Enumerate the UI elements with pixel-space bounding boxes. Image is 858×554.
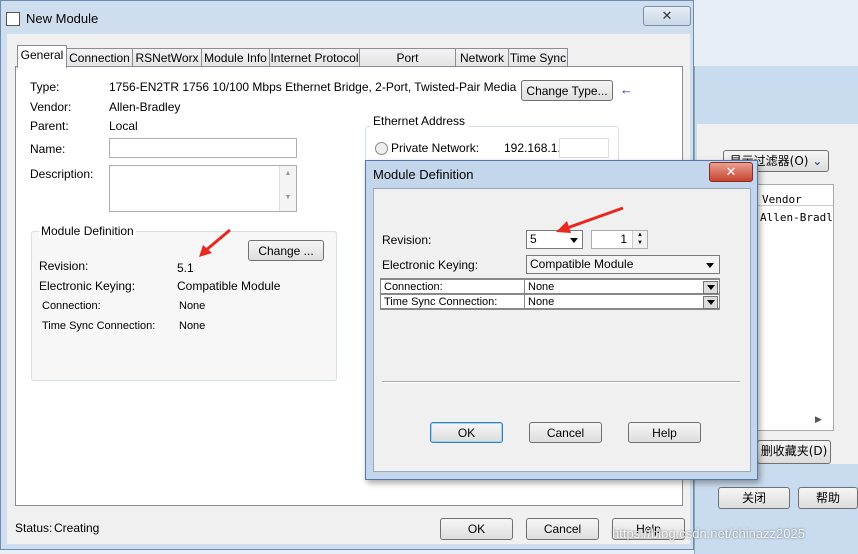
revision-major-value: 5 (530, 232, 537, 246)
tab-label: RSNetWorx (135, 51, 199, 65)
tab-general[interactable]: General (17, 45, 67, 68)
name-input[interactable] (109, 138, 297, 158)
grid-connection-value: None (528, 281, 555, 293)
grid-connection-select[interactable]: None (524, 279, 720, 294)
vendor-label: Vendor: (30, 100, 72, 114)
module-definition-title: Module Definition (39, 224, 136, 238)
electronic-keying-select[interactable]: Compatible Module (526, 255, 720, 274)
revision-label: Revision: (39, 259, 89, 273)
revision-value: 5.1 (177, 261, 194, 275)
scroll-down-icon[interactable]: ▼ (280, 194, 296, 201)
close-icon: ✕ (661, 8, 673, 23)
tab-module-info[interactable]: Module Info (201, 48, 270, 67)
dialog-keying-label: Electronic Keying: (382, 258, 479, 272)
spin-down-icon[interactable]: ▼ (633, 239, 647, 247)
app-icon (6, 12, 20, 26)
tab-connection[interactable]: Connection (66, 48, 133, 67)
dialog-ok-button[interactable]: OK (430, 422, 503, 443)
spin-up-icon[interactable]: ▲ (633, 231, 647, 239)
tab-port-configuration[interactable]: Port Configuration (359, 48, 456, 83)
ok-button[interactable]: OK (440, 518, 513, 540)
connection-value: None (179, 300, 206, 312)
private-network-value: 192.168.1. (504, 141, 561, 155)
tab-label: Connection (69, 51, 130, 65)
dialog-help-button[interactable]: Help (628, 422, 701, 443)
scroll-up-icon[interactable]: ▲ (280, 170, 296, 177)
parent-value: Local (109, 119, 138, 133)
watermark: https://blog.csdn.net/chinazz2025 (612, 526, 805, 541)
tab-internet-protocol[interactable]: Internet Protocol (269, 48, 360, 67)
private-network-label: Private Network: (391, 141, 480, 155)
dialog-revision-label: Revision: (382, 233, 432, 247)
chevron-down-icon (706, 263, 714, 268)
dialog-close-button[interactable]: ✕ (709, 162, 753, 182)
bg-help-button[interactable]: 帮助 (798, 487, 858, 509)
favorites-button[interactable]: 删收藏夹(D) (757, 440, 831, 464)
list-item[interactable]: Allen-Bradley (758, 206, 833, 224)
name-label: Name: (30, 142, 66, 156)
change-button[interactable]: Change ... (248, 240, 324, 261)
grid-row-label: Connection: (380, 279, 525, 294)
description-label: Description: (30, 167, 94, 181)
grid-timesync-value: None (528, 296, 555, 308)
ethernet-address-title: Ethernet Address (370, 114, 469, 128)
tab-network[interactable]: Network (455, 48, 509, 67)
tab-label: Time Sync (509, 51, 567, 65)
dialog-cancel-button[interactable]: Cancel (529, 422, 602, 443)
chevron-down-icon (570, 238, 578, 243)
tab-rsnetworx[interactable]: RSNetWorx (132, 48, 202, 67)
window-title: New Module (26, 11, 99, 26)
change-type-button[interactable]: Change Type... (521, 80, 613, 101)
time-sync-connection-label: Time Sync Connection: (42, 320, 156, 332)
annotation-arrow-icon (556, 206, 624, 233)
grid-timesync-select[interactable]: None (524, 294, 720, 309)
ip-octet-stepper[interactable] (559, 138, 609, 158)
private-network-radio[interactable] (375, 142, 388, 155)
arrow-left-icon: ← (620, 82, 633, 97)
tab-time-sync[interactable]: Time Sync (508, 48, 568, 67)
electronic-keying-value: Compatible Module (177, 279, 281, 293)
tab-label: Module Info (204, 51, 267, 65)
type-label: Type: (30, 80, 60, 94)
chevron-down-icon[interactable] (703, 296, 718, 309)
close-button[interactable]: ✕ (643, 6, 691, 26)
grid-row-label: Time Sync Connection: (380, 294, 525, 309)
title-bar[interactable]: New Module (0, 0, 694, 34)
tab-label: Network (459, 51, 504, 65)
annotation-arrow-icon (199, 228, 231, 257)
scroll-right-icon[interactable]: ▶ (815, 414, 829, 428)
electronic-keying-selected: Compatible Module (530, 257, 634, 271)
bg-close-button[interactable]: 关闭 (718, 487, 790, 509)
description-textarea[interactable]: ▲ ▼ (109, 165, 297, 212)
tab-label: General (20, 48, 64, 62)
vendor-value: Allen-Bradley (109, 100, 181, 114)
cancel-button[interactable]: Cancel (526, 518, 599, 540)
chevron-down-icon: ⌄ (812, 154, 823, 168)
parent-label: Parent: (30, 119, 69, 133)
type-value: 1756-EN2TR 1756 10/100 Mbps Ethernet Bri… (109, 80, 517, 94)
connection-label: Connection: (42, 300, 101, 312)
dialog-title: Module Definition (373, 167, 474, 182)
chevron-down-icon[interactable] (703, 281, 718, 294)
list-header: Vendor (758, 185, 833, 206)
electronic-keying-label: Electronic Keying: (39, 279, 136, 293)
time-sync-connection-value: None (179, 320, 206, 332)
vendor-list[interactable]: Vendor Allen-Bradley (757, 184, 834, 431)
spin-buttons[interactable]: ▲ ▼ (632, 231, 647, 248)
tab-label: Internet Protocol (270, 51, 359, 65)
description-scrollbar[interactable]: ▲ ▼ (279, 166, 296, 211)
close-icon: ✕ (725, 164, 737, 179)
status-value: Creating (54, 521, 100, 535)
status-label: Status: (15, 521, 53, 535)
separator (382, 381, 740, 383)
